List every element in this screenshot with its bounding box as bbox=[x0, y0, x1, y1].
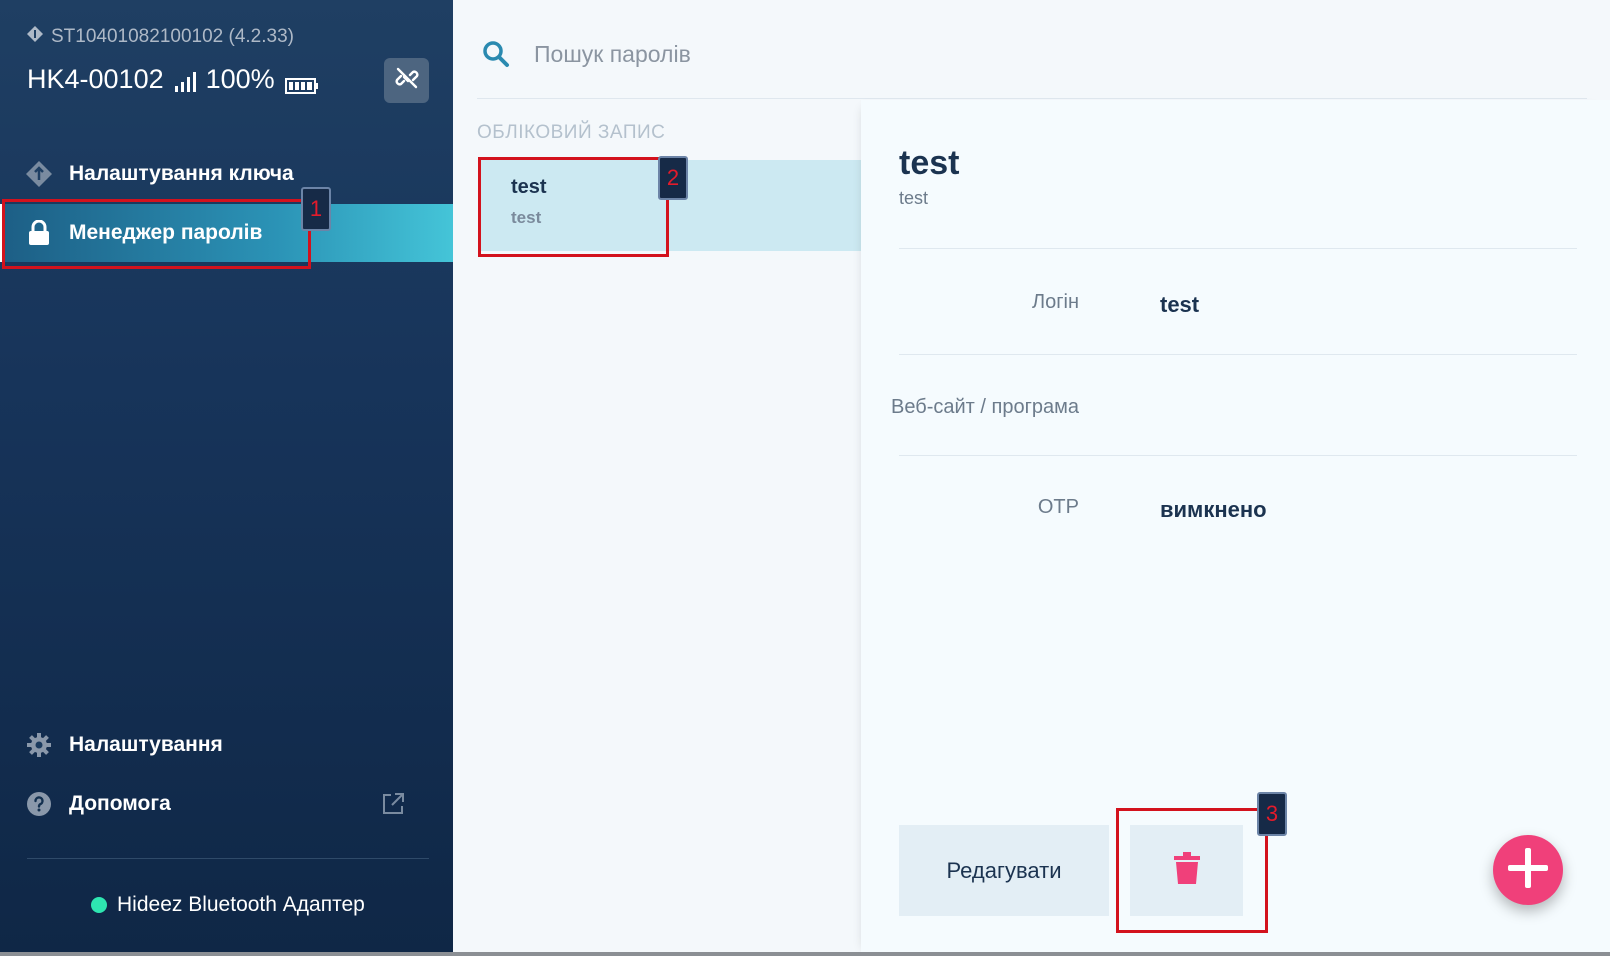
status-dot-icon bbox=[91, 897, 107, 913]
sidebar-item-settings[interactable]: Налаштування bbox=[0, 716, 453, 774]
marker-box bbox=[2, 199, 311, 269]
device-name: HK4-00102 bbox=[27, 64, 164, 94]
add-account-button[interactable] bbox=[1493, 835, 1563, 905]
sidebar-item-label: Допомога bbox=[69, 792, 171, 815]
edit-button[interactable]: Редагувати bbox=[899, 825, 1109, 916]
sidebar-item-key-settings[interactable]: Налаштування ключа bbox=[0, 145, 453, 203]
plus-icon bbox=[1506, 846, 1550, 895]
login-value: test bbox=[1160, 292, 1200, 317]
marker-tag: 3 bbox=[1257, 792, 1287, 836]
login-label: Логін bbox=[1031, 291, 1079, 313]
search-icon bbox=[482, 40, 510, 68]
divider bbox=[899, 248, 1577, 249]
sidebar-item-help[interactable]: Допомога bbox=[0, 775, 453, 833]
app-window: ST10401082100102 (4.2.33) HK4-00102 100% bbox=[0, 0, 1610, 956]
disconnect-button[interactable] bbox=[384, 58, 429, 103]
marker-tag: 1 bbox=[301, 187, 331, 231]
battery-icon bbox=[284, 71, 319, 94]
otp-value: вимкнено bbox=[1160, 497, 1267, 522]
search-input[interactable] bbox=[532, 36, 1136, 72]
account-subtitle: test bbox=[899, 188, 929, 208]
adapter-status: Hideez Bluetooth Адаптер bbox=[91, 893, 365, 917]
key-diamond-icon bbox=[27, 26, 43, 48]
help-icon bbox=[26, 791, 52, 817]
sidebar-item-label: Налаштування ключа bbox=[69, 162, 294, 185]
signal-icon bbox=[174, 69, 196, 92]
divider bbox=[899, 354, 1577, 355]
key-diamond-icon bbox=[26, 161, 52, 187]
unlink-icon bbox=[395, 66, 419, 95]
device-serial-row: ST10401082100102 (4.2.33) bbox=[27, 26, 294, 48]
sidebar-item-label: Налаштування bbox=[69, 733, 223, 756]
adapter-label: Hideez Bluetooth Адаптер bbox=[117, 893, 365, 916]
marker-box bbox=[1116, 808, 1268, 933]
divider bbox=[899, 455, 1577, 456]
website-label: Веб-сайт / програма bbox=[891, 396, 1079, 418]
search-bar bbox=[477, 30, 1587, 99]
sidebar-divider bbox=[27, 858, 429, 859]
window-bottom-edge bbox=[0, 952, 1610, 956]
account-title: test bbox=[899, 144, 960, 182]
sidebar: ST10401082100102 (4.2.33) HK4-00102 100% bbox=[0, 0, 458, 956]
external-link-icon[interactable] bbox=[381, 792, 405, 816]
otp-label: OTP bbox=[1037, 496, 1079, 518]
marker-box bbox=[478, 157, 669, 257]
marker-tag: 2 bbox=[658, 156, 688, 200]
list-column-header: ОБЛІКОВИЙ ЗАПИС bbox=[477, 122, 666, 143]
battery-percent: 100% bbox=[205, 64, 275, 94]
gear-icon bbox=[26, 732, 52, 758]
device-serial: ST10401082100102 (4.2.33) bbox=[51, 26, 294, 47]
device-status-row: HK4-00102 100% bbox=[27, 64, 319, 95]
